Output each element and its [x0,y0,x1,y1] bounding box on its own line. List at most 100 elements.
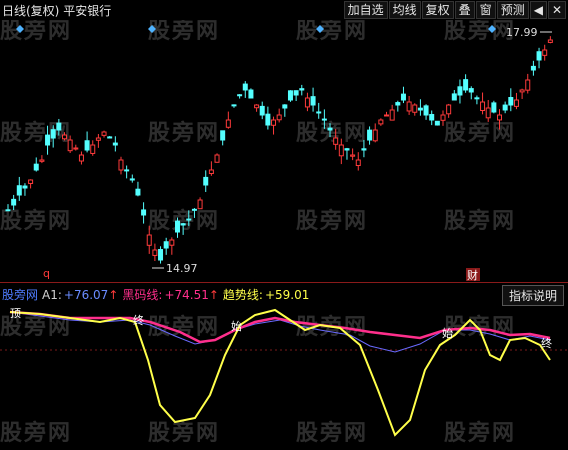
candle-body [429,114,435,121]
watermark-text: 股旁网 [296,20,368,44]
add-favorite-button[interactable]: 加自选 [343,1,388,19]
watermark-text: 股旁网 [148,420,220,446]
candle-body [78,154,84,162]
candle-body [67,139,73,152]
watermark-text: 股旁网 [444,208,516,234]
candle-body [16,185,22,196]
candle-body [350,154,356,157]
candle-body [124,169,130,172]
candle-body [28,179,34,184]
watermark-text: 股旁网 [296,420,368,446]
watermark-text: 股旁网 [148,208,220,234]
candle-body [95,137,101,141]
forecast-button[interactable]: 预测 [496,1,529,19]
candle-body [502,104,508,111]
watermark-text: 股旁网 [148,314,220,340]
candle-body [56,122,62,131]
candle-body [254,104,260,109]
top-diamond-markers [16,25,496,33]
candle-body [468,88,474,93]
watermark-text: 股旁网 [148,120,220,146]
candle-body [451,93,457,101]
candle-body [135,188,141,196]
candle-body [389,109,395,121]
candle-body [536,51,542,61]
watermark-text: 股旁网 [0,20,72,44]
moving-average-button[interactable]: 均线 [388,1,421,19]
candle-body [180,223,186,226]
chart-title: 日线(复权) 平安银行 [2,2,111,19]
close-icon[interactable]: ✕ [547,1,566,19]
candle-body [372,129,378,142]
candle-body [338,144,344,157]
signal-mark: 始 [442,326,453,340]
candle-body [463,79,469,91]
stock-name: 平安银行 [63,4,112,18]
candle-body [231,104,237,107]
candle-body [169,239,175,246]
watermark-text: 股旁网 [444,420,516,446]
candle-body [191,208,197,211]
candle-body [163,241,169,249]
candle-body [434,120,440,126]
candle-body [417,107,423,111]
candle-body [333,137,339,145]
candle-body [39,159,45,162]
candle-body [344,148,350,151]
candle-body [112,142,118,146]
candle-body [84,140,90,151]
candle-body [90,144,96,154]
candle-body [45,134,51,146]
candle-body [33,163,39,171]
candlestick-chart[interactable]: 股旁网 股旁网 股旁网 股旁网股旁网 股旁网 股旁网 股旁网股旁网 股旁网 股旁网 股旁网 17.… [0,20,568,282]
candle-body [152,249,158,256]
candle-body [248,89,254,99]
candle-body [186,218,192,221]
candle-body [107,136,113,139]
candle-body [321,118,327,121]
candle-body [101,131,107,136]
candle-body [485,107,491,119]
candle-body [406,101,412,112]
candle-body [361,148,367,151]
candle-body [242,83,248,91]
bottom-marker-cai: 财 [467,268,478,282]
bottom-marker-q: q [43,267,50,280]
candle-body [519,89,525,93]
candle-body [457,86,463,96]
candle-body [508,97,514,106]
candle-body [141,209,147,216]
candle-body [22,185,28,189]
candle-body [225,119,231,128]
candle-body [530,65,536,71]
candle-body [259,105,265,116]
watermark-text: 股旁网 [296,208,368,234]
indicator-chart[interactable]: 股旁网 股旁网 股旁网 股旁网股旁网 股旁网 股旁网 股旁网 顶 始 始 终 终 [0,300,568,450]
signal-mark: 终 [133,313,144,327]
triangle-left-icon[interactable]: ◀ [529,1,547,19]
candle-body [423,105,429,116]
candle-body [146,234,152,246]
candle-body [129,178,135,181]
candle-body [310,96,316,106]
candle-body [304,97,310,108]
candle-body [118,159,124,171]
candle-body [367,129,373,141]
candle-body [327,127,333,131]
candle-body [174,220,180,233]
candle-body [287,90,293,101]
candle-body [440,114,446,121]
candle-body [446,104,452,115]
candle-body [237,94,243,97]
candle-body [513,99,519,107]
candle-body [214,154,220,163]
window-button[interactable]: 窗 [475,1,496,19]
candle-body [203,176,209,186]
candle-body [158,249,164,261]
adjust-button[interactable]: 复权 [421,1,454,19]
title-bar: 日线(复权) 平安银行 加自选 均线 复权 叠 窗 预测 ◀ ✕ [0,0,568,20]
candle-body [73,147,79,150]
period-label: 日线(复权) [2,4,60,18]
overlay-button[interactable]: 叠 [454,1,475,19]
candle-body [355,159,361,167]
